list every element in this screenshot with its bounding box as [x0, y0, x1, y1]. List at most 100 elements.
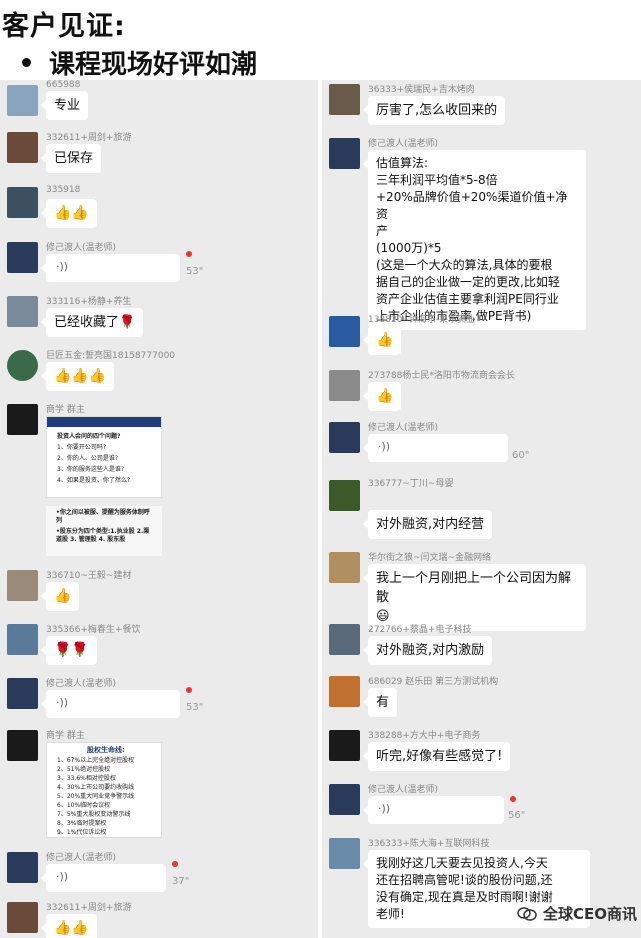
avatar[interactable]: [7, 242, 38, 273]
thumbs-up-emoji[interactable]: 👍👍: [41, 199, 97, 228]
thumbs-up-emoji[interactable]: 👍👍: [41, 914, 97, 938]
image-text: •你之间以被服、提醒为服务体制呼列: [56, 509, 150, 524]
message-line: 我刚好这几天要去见投资人,今天: [376, 856, 548, 870]
message-line: (1000万)*5: [376, 241, 442, 255]
watermark-text: 全球CEO商讯: [542, 905, 637, 923]
voice-duration: 53": [186, 702, 204, 713]
avatar[interactable]: [329, 138, 360, 169]
avatar[interactable]: [329, 676, 360, 707]
image-header: [47, 417, 161, 427]
voice-icon: ·)): [56, 260, 69, 273]
watermark: 全球CEO商讯: [517, 903, 637, 924]
message-line: 还在招聘高管呢!谈的股份问题,还: [376, 873, 553, 887]
voice-icon: ·)): [378, 802, 391, 815]
avatar[interactable]: [7, 350, 38, 381]
sender-name: 36333+侯瑞民+吉木烤肉: [368, 85, 475, 95]
voice-message[interactable]: ·)): [363, 434, 508, 462]
avatar[interactable]: [329, 552, 360, 583]
message-line: 我上一个月刚把上一个公司因为解散: [376, 571, 572, 605]
avatar[interactable]: [7, 678, 38, 709]
message-line: 据自己的企业做一定的更改,比如轻: [376, 275, 560, 289]
thumbs-up-emoji[interactable]: 👍: [40, 582, 80, 611]
image-message[interactable]: 股权生命线: 1、67%以上完全绝对控股权 2、51%绝对控股权 3、33.6%…: [46, 742, 162, 838]
message-line: +20%品牌价值+20%渠道价值+净资: [376, 190, 568, 221]
image-text: 3、33.6%相对控股权: [57, 775, 116, 782]
sender-name: 336333+陈大海+互联网科技: [368, 839, 490, 849]
avatar[interactable]: [7, 187, 38, 218]
image-text: 2、你的人、公司是谁?: [57, 455, 119, 462]
bullet-icon: [22, 58, 31, 67]
image-message[interactable]: 投资人会问的四个问题? 1、你要开公司吗? 2、你的人、公司是谁? 3、你的服务…: [46, 416, 162, 498]
message-bubble[interactable]: 有: [362, 688, 398, 717]
message-line: 产: [376, 224, 389, 238]
avatar[interactable]: [7, 85, 38, 116]
avatar[interactable]: [329, 730, 360, 761]
avatar[interactable]: [7, 570, 38, 601]
message-line: (这是一个大众的算法,具体的要根: [376, 258, 553, 272]
sender-name: 335918: [46, 185, 81, 195]
avatar[interactable]: [329, 422, 360, 453]
avatar[interactable]: [7, 624, 38, 655]
unread-dot: [186, 251, 192, 257]
voice-message[interactable]: ·)): [41, 254, 180, 282]
image-text: 1、你要开公司吗?: [57, 444, 107, 451]
avatar[interactable]: [7, 902, 38, 933]
sender-name: 273788杨士民*洛阳市物流商会会长: [368, 371, 515, 381]
thumbs-up-emoji[interactable]: 👍👍👍: [40, 362, 115, 391]
unread-dot: [510, 796, 516, 802]
subtitle-text: 课程现场好评如潮: [49, 50, 258, 80]
page-title: 客户见证:: [2, 11, 126, 42]
unread-dot: [186, 687, 192, 693]
avatar[interactable]: [7, 852, 38, 883]
sender-name: 巨匠五金:誓亮国18158777000: [46, 351, 176, 361]
sender-name: 修己渡人(温老师): [368, 139, 439, 149]
image-text: 5、20%重大同业竞争警示线: [57, 793, 135, 800]
avatar[interactable]: [329, 370, 360, 401]
avatar[interactable]: [329, 624, 360, 655]
wechat-icon: [517, 906, 537, 921]
message-bubble[interactable]: 专业: [40, 91, 89, 120]
message-bubble[interactable]: 估值算法: 三年利润平均值*5-8倍 +20%品牌价值+20%渠道价值+净资 产…: [363, 150, 586, 330]
message-bubble[interactable]: 我上一个月刚把上一个公司因为解散 😃: [363, 564, 586, 631]
image-text: 3、你的服务这些人是谁?: [57, 466, 125, 473]
image-text: 股权生命线:: [87, 746, 125, 754]
message-bubble[interactable]: 对外融资,对内激励: [362, 636, 493, 665]
message-bubble[interactable]: 已经收藏了🌹: [40, 308, 144, 337]
rose-emoji[interactable]: 🌹🌹: [41, 636, 97, 665]
voice-duration: 56": [508, 810, 526, 821]
message-bubble[interactable]: 听完,好像有些感觉了!: [362, 742, 511, 771]
sender-name: 332611+周剑+旅游: [46, 903, 132, 913]
avatar[interactable]: [329, 84, 360, 115]
sender-name: 335366+梅春生+餐饮: [46, 625, 141, 635]
voice-message[interactable]: ·)): [41, 690, 180, 718]
message-line: 三年利润平均值*5-8倍: [376, 173, 498, 187]
avatar[interactable]: [7, 404, 38, 435]
avatar[interactable]: [329, 784, 360, 815]
image-message[interactable]: •你之间以被服、提醒为服务体制呼列 •股东分为四个类型:1.执业股 2.渠道股 …: [46, 506, 162, 556]
voice-duration: 37": [172, 876, 190, 887]
column-divider: [318, 80, 322, 938]
sender-name: 333116+杨静+养生: [46, 297, 132, 307]
sender-name: 修己渡人(温老师): [46, 679, 117, 689]
avatar[interactable]: [7, 730, 38, 761]
image-text: 1、67%以上完全绝对控股权: [57, 757, 135, 764]
message-line: 估值算法:: [376, 156, 429, 170]
sender-name: 修己渡人(温老师): [46, 243, 117, 253]
avatar[interactable]: [7, 132, 38, 163]
sender-name: 665988: [46, 80, 81, 90]
image-text: 8、3%临时提案权: [57, 820, 107, 827]
image-text: •股东分为四个类型:1.执业股 2.渠道股 3. 管理股 4. 股东股: [56, 528, 150, 543]
message-bubble[interactable]: 对外融资,对内经营: [362, 510, 493, 539]
message-bubble[interactable]: 已保存: [40, 144, 102, 173]
avatar[interactable]: [329, 316, 360, 347]
message-bubble[interactable]: 厉害了,怎么收回来的: [362, 96, 506, 125]
avatar[interactable]: [329, 838, 360, 869]
voice-icon: ·)): [56, 870, 69, 883]
avatar[interactable]: [7, 296, 38, 327]
voice-message[interactable]: ·)): [41, 864, 166, 892]
thumbs-up-emoji[interactable]: 👍: [362, 326, 402, 355]
unread-dot: [172, 861, 178, 867]
thumbs-up-emoji[interactable]: 👍: [362, 382, 402, 411]
avatar[interactable]: [329, 480, 360, 511]
voice-message[interactable]: ·)): [363, 796, 504, 824]
